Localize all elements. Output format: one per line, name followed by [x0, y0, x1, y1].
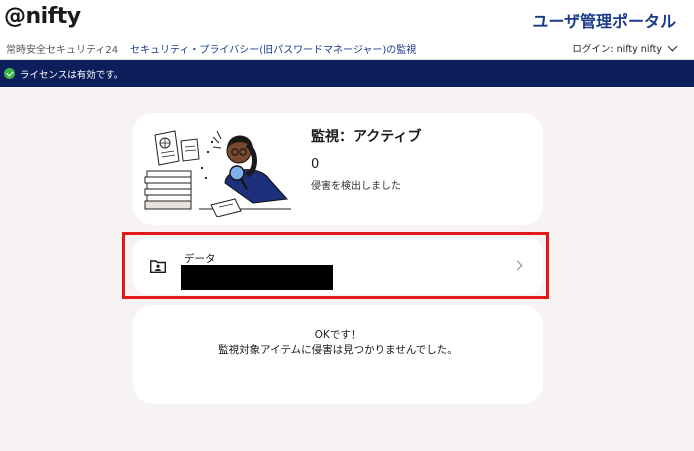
monitoring-status-card: 監視：アクティブ 0 侵害を検出しました [133, 113, 543, 225]
top-header: @nifty ユーザ管理ポータル [0, 0, 694, 36]
license-message: ライセンスは有効です。 [20, 69, 124, 81]
chevron-right-icon [512, 260, 523, 271]
nav-bar: 常時安全セキュリティ24 セキュリティ・プライバシー(旧パスワードマネージャー)… [0, 36, 694, 60]
login-label: ログイン: nifty nifty [572, 44, 662, 55]
product-name: 常時安全セキュリティ24 [6, 45, 119, 56]
chevron-down-icon [667, 41, 678, 52]
detective-illustration-icon [144, 130, 291, 217]
result-title: OKです！ [314, 329, 362, 341]
nifty-logo[interactable]: @nifty [4, 4, 81, 29]
breach-description: 侵害を検出しました [311, 181, 401, 192]
portal-title: ユーザ管理ポータル [532, 12, 676, 31]
section-link-security-privacy[interactable]: セキュリティ・プライバシー(旧パスワードマネージャー)の監視 [130, 41, 416, 56]
monitoring-status-title: 監視：アクティブ [311, 129, 422, 145]
folder-person-icon [150, 260, 166, 273]
license-status-bar: ライセンスは有効です。 [0, 60, 694, 87]
data-item-row[interactable]: データ [133, 238, 543, 294]
redacted-value [181, 265, 333, 290]
check-circle-icon [4, 68, 15, 79]
breach-count: 0 [311, 157, 320, 172]
result-description: 監視対象アイテムに侵害は見つかりませんでした。 [218, 344, 458, 356]
login-menu[interactable]: ログイン: nifty nifty [572, 41, 678, 55]
data-item-label: データ [184, 253, 216, 265]
result-card: OKです！ 監視対象アイテムに侵害は見つかりませんでした。 [133, 305, 543, 404]
